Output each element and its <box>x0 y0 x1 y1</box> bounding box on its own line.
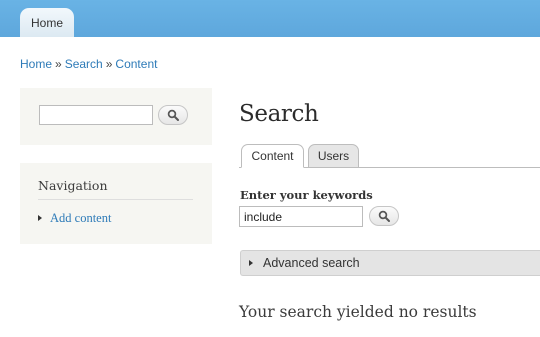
breadcrumb-separator: » <box>105 57 113 71</box>
triangle-right-icon <box>249 260 253 266</box>
no-results-message: Your search yielded no results <box>239 303 477 321</box>
divider <box>38 199 193 200</box>
search-button[interactable] <box>369 206 399 226</box>
nav-item-label[interactable]: Add content <box>50 211 111 225</box>
sidebar-search-block <box>20 88 212 145</box>
tab-content[interactable]: Content <box>241 144 304 168</box>
page-title: Search <box>239 101 319 127</box>
magnifier-icon <box>167 109 179 121</box>
triangle-right-icon <box>38 215 42 221</box>
sidebar-search-input[interactable] <box>39 105 153 125</box>
tab-users[interactable]: Users <box>308 144 359 168</box>
breadcrumb-home[interactable]: Home <box>20 57 52 71</box>
breadcrumb-content[interactable]: Content <box>115 57 157 71</box>
sidebar-search-button[interactable] <box>158 105 188 125</box>
navigation-title: Navigation <box>38 178 108 193</box>
sidebar-navigation-block: Navigation Add content <box>20 163 212 244</box>
keywords-label: Enter your keywords <box>240 188 373 202</box>
magnifier-icon <box>378 210 390 222</box>
breadcrumb: Home» Search» Content <box>20 57 157 71</box>
advanced-search-toggle[interactable]: Advanced search <box>240 250 540 276</box>
keywords-input[interactable] <box>239 206 363 227</box>
breadcrumb-search[interactable]: Search <box>65 57 103 71</box>
tab-home[interactable]: Home <box>20 8 75 37</box>
nav-item-add-content[interactable]: Add content <box>38 211 111 226</box>
advanced-search-label[interactable]: Advanced search <box>263 256 360 270</box>
header-bar: Home <box>0 0 540 37</box>
breadcrumb-separator: » <box>55 57 62 71</box>
